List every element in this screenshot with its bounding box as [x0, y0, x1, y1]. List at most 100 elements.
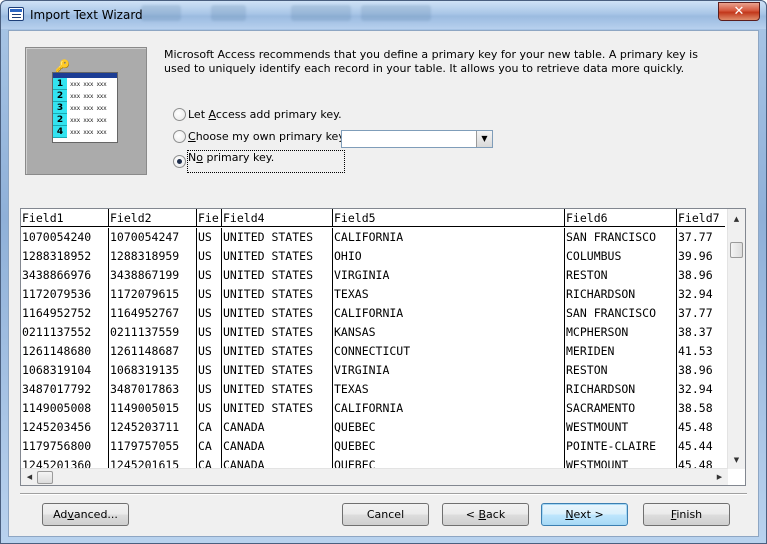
- radio-circle[interactable]: [173, 108, 186, 121]
- scroll-down-icon[interactable]: ▼: [728, 452, 745, 469]
- table-row[interactable]: 1068319104 1068319135 US UNITED STATES VIRGI…: [21, 361, 725, 380]
- table-cell: 3438867199: [109, 266, 197, 285]
- title-bar[interactable]: Import Text Wizard ✕: [1, 1, 766, 29]
- table-cell: 38.96: [678, 363, 713, 377]
- table-cell: US: [197, 342, 222, 361]
- table-cell: 3487017792: [21, 380, 109, 399]
- radio-choose-own-key[interactable]: Choose my own primary key.: [173, 130, 347, 143]
- next-button[interactable]: Next >: [541, 503, 628, 526]
- column-header[interactable]: Field1: [21, 209, 109, 227]
- table-cell: 1172079536: [21, 285, 109, 304]
- key-field-combo[interactable]: ▼: [341, 130, 493, 148]
- table-cell: 41.53: [678, 344, 713, 358]
- table-cell: 3487017863: [109, 380, 197, 399]
- column-header[interactable]: Field2: [109, 209, 197, 227]
- background-blur: [141, 5, 181, 21]
- table-cell: CA: [197, 418, 222, 437]
- horizontal-scrollbar[interactable]: ◀ ▶: [21, 468, 728, 485]
- table-cell: CANADA: [222, 437, 333, 456]
- table-row[interactable]: 3487017792 3487017863 US UNITED STATES TEXAS…: [21, 380, 725, 399]
- finish-button[interactable]: Finish: [643, 503, 730, 526]
- table-cell: POINTE-CLAIRE: [565, 437, 677, 456]
- column-header[interactable]: Field7: [677, 209, 725, 227]
- table-cell: 0211137559: [109, 323, 197, 342]
- column-header[interactable]: Fie: [197, 209, 222, 227]
- table-cell: 1245201615: [109, 456, 197, 468]
- table-row[interactable]: 0211137552 0211137559 US UNITED STATES KANSA…: [21, 323, 725, 342]
- placeholder-cells: xxx xxx xxx: [70, 128, 107, 136]
- scroll-thumb[interactable]: [730, 242, 743, 258]
- radio-circle[interactable]: [173, 130, 186, 143]
- app-icon: [8, 7, 24, 21]
- table-cell: CONNECTICUT: [333, 342, 565, 361]
- column-header[interactable]: Field4: [222, 209, 333, 227]
- option-label: Let Access add primary key.: [188, 108, 342, 121]
- table-cell: 1179756800: [21, 437, 109, 456]
- table-row[interactable]: 1164952752 1164952767 US UNITED STATES CALIF…: [21, 304, 725, 323]
- table-cell: SAN FRANCISCO: [565, 228, 677, 247]
- table-row[interactable]: 1245201360 1245201615 CA CANADA QUEBEC WESTMO…: [21, 456, 725, 468]
- table-cell: CALIFORNIA: [333, 228, 565, 247]
- table-cell: US: [197, 285, 222, 304]
- table-icon: 1 xxx xxx xxx 2 xxx xxx xxx 3 xxx xxx xxx 2…: [52, 72, 118, 143]
- radio-let-access-add-key[interactable]: Let Access add primary key.: [173, 108, 342, 121]
- table-cell: SACRAMENTO: [565, 399, 677, 418]
- close-button[interactable]: ✕: [718, 2, 760, 21]
- table-cell: 1261148680: [21, 342, 109, 361]
- scroll-thumb[interactable]: [37, 471, 53, 484]
- column-header[interactable]: Field6: [565, 209, 677, 227]
- table-row[interactable]: 1245203456 1245203711 CA CANADA QUEBEC WESTMO…: [21, 418, 725, 437]
- table-row[interactable]: 1172079536 1172079615 US UNITED STATES TEXAS…: [21, 285, 725, 304]
- table-cell: VIRGINIA: [333, 361, 565, 380]
- table-cell: 38.96: [678, 268, 713, 282]
- placeholder-cells: xxx xxx xxx: [70, 92, 107, 100]
- table-cell: 1245203456: [21, 418, 109, 437]
- table-cell: 1172079615: [109, 285, 197, 304]
- data-preview-grid[interactable]: Field1 Field2 Fie Field4 Field5 Field6 F…: [20, 208, 746, 486]
- table-cell: 38.58: [678, 401, 713, 415]
- table-cell: RICHARDSON: [565, 285, 677, 304]
- table-row[interactable]: 1261148680 1261148687 US UNITED STATES CONNE…: [21, 342, 725, 361]
- table-cell: 1261148687: [109, 342, 197, 361]
- radio-no-primary-key[interactable]: No primary key.: [173, 150, 345, 173]
- table-cell: 45.44: [678, 439, 713, 453]
- background-blur: [211, 5, 246, 21]
- scroll-up-icon[interactable]: ▲: [728, 211, 745, 228]
- wizard-window: Import Text Wizard ✕ 🔑 1 xxx xxx xxx 2 xxx…: [0, 0, 767, 544]
- table-cell: 1164952752: [21, 304, 109, 323]
- table-cell: 0211137552: [21, 323, 109, 342]
- scroll-right-icon[interactable]: ▶: [711, 469, 728, 485]
- table-cell: RICHARDSON: [565, 380, 677, 399]
- table-cell: 1149005008: [21, 399, 109, 418]
- table-row[interactable]: 3438866976 3438867199 US UNITED STATES VIRGI…: [21, 266, 725, 285]
- column-header[interactable]: Field5: [333, 209, 565, 227]
- table-cell: TEXAS: [333, 285, 565, 304]
- background-blur: [291, 5, 351, 21]
- advanced-button[interactable]: Advanced...: [42, 503, 129, 526]
- back-button[interactable]: < Back: [442, 503, 529, 526]
- row-number: 1: [53, 78, 67, 90]
- table-cell: QUEBEC: [333, 437, 565, 456]
- table-cell: 45.48: [678, 458, 713, 468]
- table-row[interactable]: 1149005008 1149005015 US UNITED STATES CALIF…: [21, 399, 725, 418]
- divider: [20, 493, 747, 495]
- table-cell: UNITED STATES: [222, 399, 333, 418]
- chevron-down-icon[interactable]: ▼: [476, 131, 492, 147]
- table-cell: 1164952767: [109, 304, 197, 323]
- background-blur: [361, 5, 431, 21]
- table-row[interactable]: 1179756800 1179757055 CA CANADA QUEBEC POINTE…: [21, 437, 725, 456]
- table-cell: US: [197, 361, 222, 380]
- scroll-left-icon[interactable]: ◀: [21, 469, 38, 485]
- cancel-button[interactable]: Cancel: [342, 503, 429, 526]
- radio-circle-selected[interactable]: [173, 155, 186, 168]
- table-row[interactable]: 1070054240 1070054247 US UNITED STATES CALIF…: [21, 228, 725, 247]
- row-number: 4: [53, 126, 67, 138]
- table-cell: KANSAS: [333, 323, 565, 342]
- primary-key-illustration: 🔑 1 xxx xxx xxx 2 xxx xxx xxx 3 xxx xxx xxx…: [25, 47, 147, 175]
- table-cell: 32.94: [678, 287, 713, 301]
- vertical-scrollbar[interactable]: ▲ ▼: [727, 209, 745, 469]
- table-cell: CA: [197, 437, 222, 456]
- table-cell: UNITED STATES: [222, 342, 333, 361]
- table-row[interactable]: 1288318952 1288318959 US UNITED STATES OHIO C…: [21, 247, 725, 266]
- row-number: 2: [53, 114, 67, 126]
